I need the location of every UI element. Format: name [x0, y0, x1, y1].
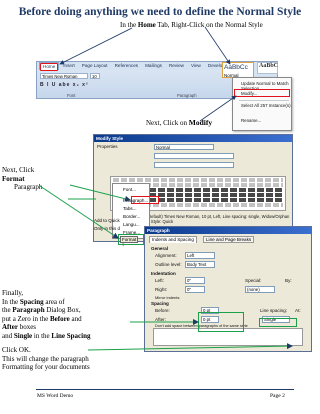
menu-select-all[interactable]: Select All 257 Instance(s)	[241, 103, 291, 108]
modify-dialog-title: Modify Style	[94, 135, 292, 142]
subtitle-bold: Home	[137, 21, 156, 29]
note-line4-bold: Before	[50, 314, 70, 323]
page-heading: Before doing anything we need to define …	[0, 6, 320, 18]
style-based-field[interactable]	[154, 162, 234, 168]
format-border-item[interactable]: Border...	[123, 214, 140, 219]
arrow-to-ribbon	[59, 27, 133, 65]
note-ok1: Click OK.	[2, 346, 31, 354]
note-line4-pre: put a Zero in the	[2, 314, 51, 323]
paragraph-item-highlight	[131, 196, 159, 204]
right-indent-field[interactable]: 0"	[185, 286, 205, 293]
group-font-label: Font	[67, 93, 76, 98]
callout-modify-bold: Modify	[188, 118, 213, 127]
by-label: By:	[285, 278, 292, 283]
at-label: At:	[295, 308, 301, 313]
font-name-select[interactable]: Times New Roman	[40, 73, 88, 79]
note-line5-post: boxes	[17, 323, 37, 332]
note-ok3: Formatting for your documents	[2, 363, 90, 372]
note-line6-mid: in the	[32, 331, 52, 340]
heading-accent: Normal Style	[236, 6, 302, 18]
footer-rule	[36, 389, 294, 390]
note-ok: Click OK. This will change the paragraph…	[2, 346, 172, 372]
note-line2-pre: In the	[2, 297, 20, 306]
note-line6-bold2: Line Spacing	[51, 331, 91, 340]
note-line6-pre: and	[2, 331, 14, 340]
subtitle-prefix: In the	[120, 21, 138, 29]
note-line3-pre: the	[2, 306, 13, 315]
special-select[interactable]: (none)	[245, 286, 275, 293]
note-paragraph: Paragraph	[14, 183, 43, 192]
outline-label: Outline level:	[155, 262, 182, 267]
group-paragraph-label: Paragraph	[177, 93, 197, 98]
note-line2-post: area of	[43, 297, 65, 306]
style-context-menu: Update Normal to Match Selection Modify.…	[232, 77, 292, 131]
tab-view[interactable]: View	[188, 62, 204, 70]
style-sample: AaBbCc	[224, 64, 248, 71]
style-type-field[interactable]	[154, 153, 234, 159]
tab-insert[interactable]: Insert	[60, 62, 78, 70]
alignment-select[interactable]: Left	[185, 252, 215, 259]
note-line4-post: and	[69, 314, 82, 323]
arrow-to-style	[204, 26, 231, 65]
line-spacing-highlight	[259, 318, 297, 327]
tab-line-page-breaks[interactable]: Line and Page Breaks	[203, 236, 255, 243]
note-line6-bold: Single	[13, 331, 33, 340]
note-line2-bold: Spacing	[19, 297, 44, 306]
format-tabs-item[interactable]: Tabs...	[123, 206, 137, 211]
footer-right: Page 2	[270, 393, 285, 399]
style-description: Font: (Default) Times New Roman, 10 pt, …	[136, 214, 290, 224]
callout-modify-prefix: Next, Click on	[146, 119, 189, 127]
paragraph-dialog: Paragraph Indents and Spacing Line and P…	[144, 226, 312, 352]
callout-modify: Next, Click on Modify	[146, 118, 212, 127]
subtitle-suffix: Tab, Right-Click on the Normal Style	[155, 21, 263, 29]
note-next-click: Next, Click	[2, 166, 35, 174]
left-indent-field[interactable]: 0"	[185, 277, 205, 284]
menu-rename[interactable]: Rename...	[241, 118, 261, 123]
general-label: General	[151, 246, 169, 251]
properties-label: Properties	[97, 144, 118, 149]
line-spacing-label: Line spacing:	[260, 308, 288, 313]
home-tab-highlight	[40, 63, 58, 71]
note-line5-bold: After	[2, 323, 18, 332]
modify-highlight	[234, 89, 290, 97]
menu-separator	[239, 100, 289, 101]
note-spacing: Finally, In the Spacing area of the Para…	[2, 289, 164, 341]
heading-prefix: Before doing anything we need to define …	[18, 6, 237, 18]
tab-page-layout[interactable]: Page Layout	[79, 62, 111, 70]
no-spacing-style-tile[interactable]: AaBbC	[257, 62, 278, 74]
indentation-label: Indentation	[151, 271, 176, 276]
paragraph-dialog-title: Paragraph	[145, 227, 311, 234]
tab-review[interactable]: Review	[166, 62, 187, 70]
left-indent-label: Left:	[155, 278, 164, 283]
outline-select[interactable]: Body Text	[185, 261, 215, 268]
format-buttons[interactable]: B I U abe x₂ x²	[40, 82, 89, 88]
alignment-label: Alignment:	[155, 253, 177, 258]
font-size-select[interactable]: 10	[90, 73, 100, 79]
format-language-item[interactable]: Langu...	[123, 222, 140, 227]
format-font-item[interactable]: Font...	[123, 187, 136, 192]
footer-left: MS Word Demo	[37, 393, 74, 399]
note-format: Next, Click Format Paragraph	[2, 166, 42, 192]
add-to-quick-checkbox[interactable]: Add to Quick	[94, 218, 120, 223]
tab-references[interactable]: References	[112, 62, 142, 70]
style-name-field[interactable]: Normal	[154, 144, 214, 150]
normal-style-tile[interactable]: AaBbCc Normal	[222, 62, 254, 78]
note-finally: Finally,	[2, 289, 24, 297]
subtitle: In the Home Tab, Right-Click on the Norm…	[120, 21, 263, 29]
note-line3-bold: Paragraph	[12, 306, 45, 315]
note-ok2: This will change the paragraph	[2, 354, 89, 363]
spacing-fields-highlight	[198, 312, 244, 332]
only-this-doc-checkbox[interactable]: Only in this d	[94, 226, 120, 231]
tab-mailings[interactable]: Mailings	[142, 62, 165, 70]
tab-indents-spacing[interactable]: Indents and Spacing	[149, 236, 197, 243]
note-format-bold: Format	[2, 174, 25, 183]
format-button-highlight	[118, 234, 144, 245]
special-label: Special:	[245, 278, 262, 283]
note-line3-post: Dialog Box,	[44, 306, 81, 315]
